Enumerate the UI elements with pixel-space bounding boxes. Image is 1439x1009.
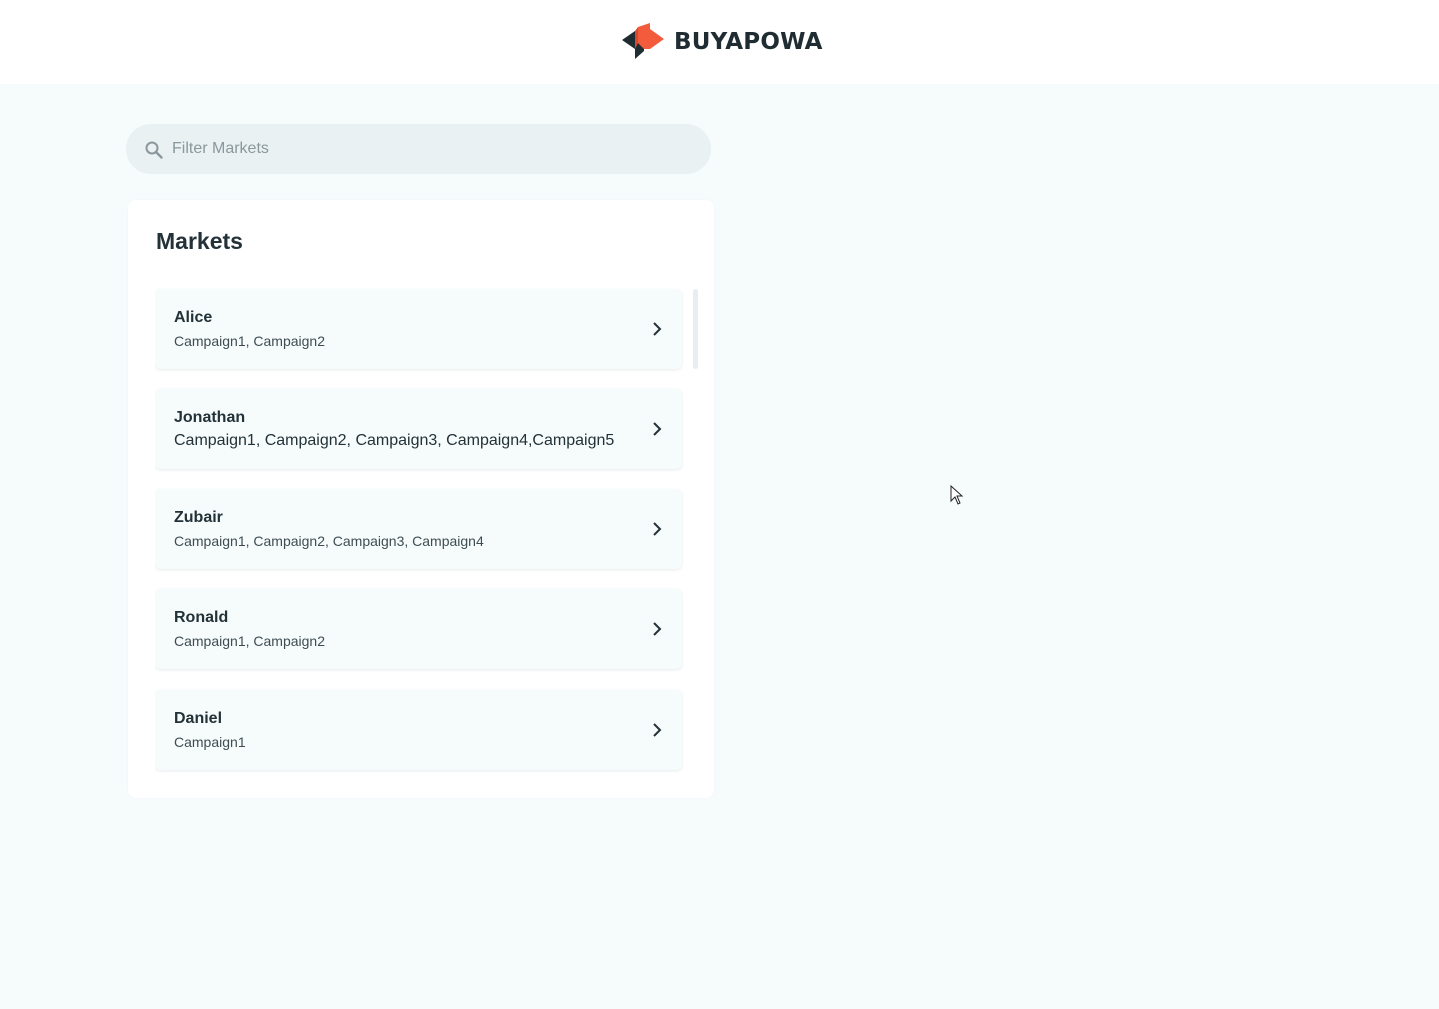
market-campaigns: Campaign1, Campaign2, Campaign3, Campaig… bbox=[174, 533, 484, 549]
markets-list[interactable]: Alice Campaign1, Campaign2 Jonathan Camp… bbox=[155, 288, 684, 773]
market-item-ronald[interactable]: Ronald Campaign1, Campaign2 bbox=[155, 589, 682, 669]
mouse-cursor-icon bbox=[950, 485, 964, 505]
market-item-zubair[interactable]: Zubair Campaign1, Campaign2, Campaign3, … bbox=[155, 489, 682, 569]
chevron-right-icon[interactable] bbox=[649, 621, 665, 637]
market-campaigns: Campaign1 bbox=[174, 734, 246, 750]
chevron-right-icon[interactable] bbox=[649, 521, 665, 537]
market-item-jonathan[interactable]: Jonathan Campaign1, Campaign2, Campaign3… bbox=[155, 389, 682, 469]
market-campaigns: Campaign1, Campaign2, Campaign3, Campaig… bbox=[174, 432, 615, 449]
market-name: Jonathan bbox=[174, 409, 246, 426]
market-name: Zubair bbox=[174, 509, 223, 526]
chevron-right-icon[interactable] bbox=[649, 321, 665, 337]
market-campaigns: Campaign1, Campaign2 bbox=[174, 633, 325, 649]
chevron-right-icon[interactable] bbox=[649, 421, 665, 437]
markets-panel: Markets Alice Campaign1, Campaign2 Jonat… bbox=[128, 200, 714, 798]
top-header: BUYAPOWA bbox=[0, 0, 1439, 84]
market-campaigns: Campaign1, Campaign2 bbox=[174, 333, 325, 349]
markets-title: Markets bbox=[156, 228, 243, 254]
brand-logo[interactable]: BUYAPOWA bbox=[622, 22, 823, 62]
brand-name: BUYAPOWA bbox=[674, 29, 823, 55]
search-icon bbox=[145, 141, 163, 159]
filter-markets-input[interactable] bbox=[172, 124, 692, 174]
market-name: Ronald bbox=[174, 609, 229, 626]
market-name: Alice bbox=[174, 309, 213, 326]
markets-list-scrollbar[interactable] bbox=[693, 289, 698, 369]
filter-markets-search[interactable] bbox=[126, 124, 711, 174]
market-item-alice[interactable]: Alice Campaign1, Campaign2 bbox=[155, 289, 682, 369]
buyapowa-logo-icon bbox=[622, 23, 664, 59]
market-name: Daniel bbox=[174, 710, 223, 727]
chevron-right-icon[interactable] bbox=[649, 722, 665, 738]
market-item-daniel[interactable]: Daniel Campaign1 bbox=[155, 690, 682, 770]
